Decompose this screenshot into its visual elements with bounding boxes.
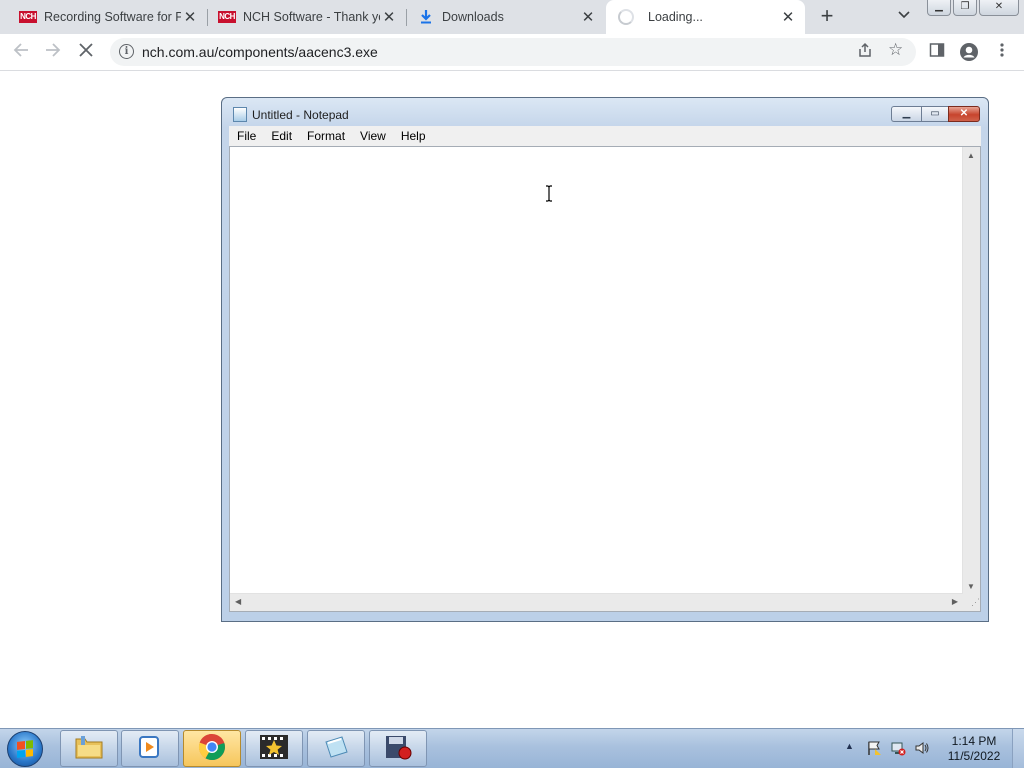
address-url[interactable]: nch.com.au/components/aacenc3.exe xyxy=(142,44,378,60)
taskbar-notepad-button[interactable] xyxy=(307,730,365,767)
window-controls: ▁ ❐ ✕ xyxy=(927,0,1019,17)
menu-file[interactable]: File xyxy=(229,129,263,143)
scroll-right-arrow-icon[interactable]: ▶ xyxy=(952,597,958,606)
nch-logo-icon: NCH xyxy=(218,11,236,23)
notepad-text-area[interactable]: ▲ ▼ ◀ ▶ ⋰ xyxy=(229,146,981,612)
taskbar-explorer-button[interactable] xyxy=(60,730,118,767)
tab-downloads[interactable]: Downloads ✕ xyxy=(406,0,605,34)
menu-help[interactable]: Help xyxy=(393,129,433,143)
share-icon[interactable] xyxy=(857,42,873,62)
tab-title: Recording Software for Pl xyxy=(44,10,181,24)
vertical-scrollbar[interactable]: ▲ ▼ xyxy=(962,147,980,595)
tab-recording-software[interactable]: NCH Recording Software for Pl ✕ xyxy=(0,0,207,34)
tab-title: Loading... xyxy=(648,10,703,24)
network-disconnected-icon[interactable] xyxy=(890,740,906,756)
loading-spinner-icon xyxy=(618,9,634,25)
notepad-menu-bar: File Edit Format View Help xyxy=(229,126,981,146)
tab-nch-thank-you[interactable]: NCH NCH Software - Thank yo ✕ xyxy=(207,0,406,34)
download-icon xyxy=(418,9,434,25)
notepad-app-icon xyxy=(233,107,247,122)
close-tab-icon[interactable]: ✕ xyxy=(579,8,597,26)
notepad-caption-buttons: ▁ ▭ ✕ xyxy=(891,106,980,122)
notepad-window: Untitled - Notepad ▁ ▭ ✕ File Edit Forma… xyxy=(221,97,989,622)
show-hidden-icons-arrow-icon[interactable]: ▲ xyxy=(845,741,854,751)
windows-taskbar: ▲ 1:14 PM 11/5/2022 xyxy=(0,728,1024,768)
screen-recorder-icon xyxy=(383,733,413,764)
tab-title: NCH Software - Thank yo xyxy=(243,10,380,24)
system-clock[interactable]: 1:14 PM 11/5/2022 xyxy=(944,734,1004,764)
restore-window-button[interactable]: ❐ xyxy=(953,0,977,16)
side-panel-icon[interactable] xyxy=(927,42,947,62)
close-tab-icon[interactable]: ✕ xyxy=(779,8,797,26)
close-tab-icon[interactable]: ✕ xyxy=(181,8,199,26)
profile-avatar-icon[interactable] xyxy=(959,42,979,62)
address-bar[interactable]: i nch.com.au/components/aacenc3.exe ☆ xyxy=(110,38,916,66)
clock-time: 1:14 PM xyxy=(951,734,997,748)
chrome-icon xyxy=(198,733,226,764)
nch-logo-icon: NCH xyxy=(19,11,37,23)
close-tab-icon[interactable]: ✕ xyxy=(380,8,398,26)
taskbar-movie-maker-button[interactable] xyxy=(245,730,303,767)
folder-icon xyxy=(74,734,104,763)
volume-speaker-icon[interactable] xyxy=(914,740,930,756)
resize-grip-icon[interactable]: ⋰ xyxy=(963,594,980,611)
movie-maker-icon xyxy=(259,733,289,764)
text-cursor-icon xyxy=(545,185,553,202)
show-desktop-button[interactable] xyxy=(1012,729,1024,768)
scroll-up-arrow-icon[interactable]: ▲ xyxy=(967,151,975,160)
notepad-minimize-button[interactable]: ▁ xyxy=(891,106,921,122)
tab-strip: NCH Recording Software for Pl ✕ NCH NCH … xyxy=(0,0,1024,34)
menu-edit[interactable]: Edit xyxy=(263,129,299,143)
menu-format[interactable]: Format xyxy=(299,129,352,143)
taskbar-chrome-button[interactable] xyxy=(183,730,241,767)
taskbar-media-player-button[interactable] xyxy=(121,730,179,767)
scroll-down-arrow-icon[interactable]: ▼ xyxy=(967,582,975,591)
notepad-close-button[interactable]: ✕ xyxy=(948,106,980,122)
site-info-icon[interactable]: i xyxy=(119,44,134,59)
start-button[interactable] xyxy=(7,731,43,767)
new-tab-button[interactable]: + xyxy=(815,5,839,29)
media-player-icon xyxy=(137,734,163,763)
close-window-button[interactable]: ✕ xyxy=(979,0,1019,16)
tab-loading[interactable]: Loading... ✕ xyxy=(606,0,805,34)
chrome-menu-icon[interactable] xyxy=(992,42,1012,62)
minimize-window-button[interactable]: ▁ xyxy=(927,0,951,16)
taskbar-recorder-button[interactable] xyxy=(369,730,427,767)
notepad-icon xyxy=(322,734,350,763)
stop-loading-icon[interactable] xyxy=(76,42,96,62)
menu-view[interactable]: View xyxy=(352,129,393,143)
tab-title: Downloads xyxy=(442,10,504,24)
bookmark-star-icon[interactable]: ☆ xyxy=(888,40,903,60)
notepad-title: Untitled - Notepad xyxy=(252,108,349,122)
scroll-left-arrow-icon[interactable]: ◀ xyxy=(235,597,241,606)
windows-logo-icon xyxy=(17,740,33,758)
forward-arrow-icon[interactable] xyxy=(43,42,63,62)
horizontal-scrollbar[interactable]: ◀ ▶ xyxy=(230,593,963,611)
clock-date: 11/5/2022 xyxy=(947,749,1001,763)
back-arrow-icon[interactable] xyxy=(11,42,31,62)
notepad-maximize-button[interactable]: ▭ xyxy=(921,106,948,122)
tab-search-chevron-icon[interactable] xyxy=(894,8,914,26)
browser-toolbar: i nch.com.au/components/aacenc3.exe ☆ xyxy=(0,34,1024,71)
action-center-flag-icon[interactable] xyxy=(866,740,882,756)
